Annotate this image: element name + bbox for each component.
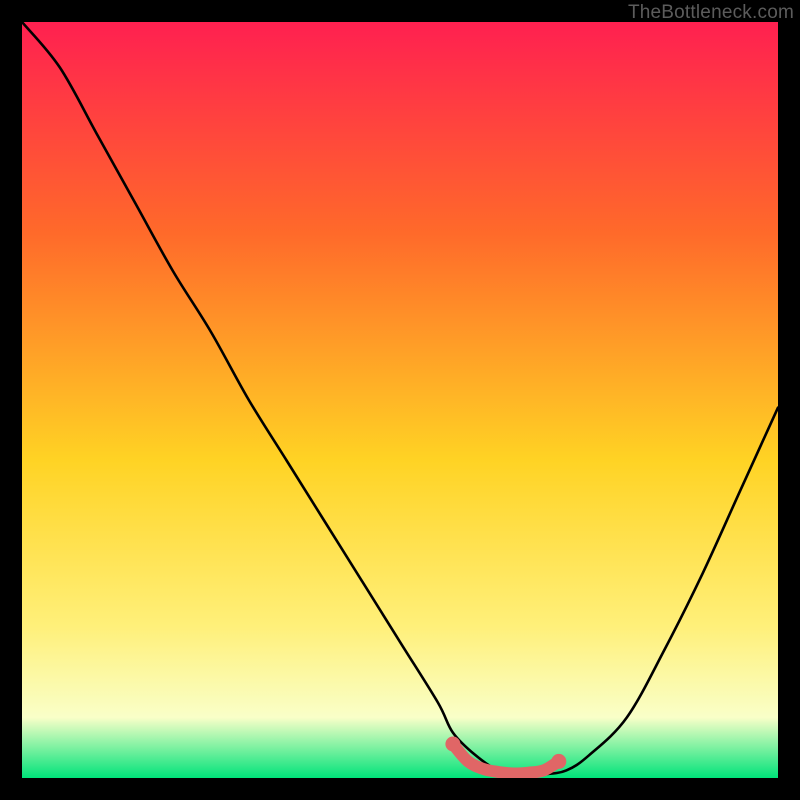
plot-area [22, 22, 778, 778]
marker-dot [445, 737, 460, 752]
gradient-background [22, 22, 778, 778]
watermark-text: TheBottleneck.com [628, 2, 794, 24]
chart-svg [22, 22, 778, 778]
chart-stage: TheBottleneck.com [0, 0, 800, 800]
marker-dot [551, 754, 566, 769]
